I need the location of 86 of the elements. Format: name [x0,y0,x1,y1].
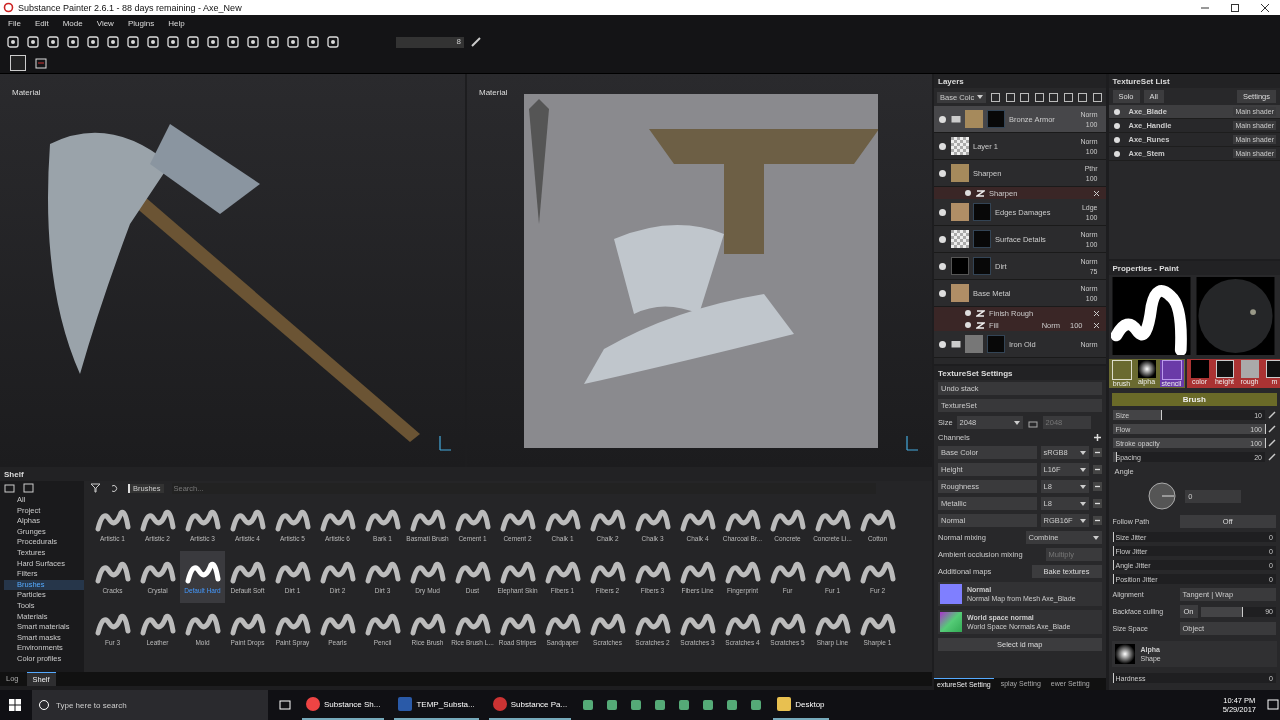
app-icon[interactable] [605,698,620,712]
app-logo-icon [3,2,14,13]
angle-dial[interactable] [1147,481,1178,511]
app-icon[interactable] [677,698,692,712]
visibility-icon[interactable] [938,234,947,244]
taskbar-app[interactable]: Substance Pa... [488,690,572,720]
layer-thumbnail [965,335,983,353]
caret-icon [977,95,984,99]
map-thumbnail [940,584,962,604]
remove-icon[interactable] [1092,448,1102,457]
close-icon[interactable] [1260,2,1270,13]
window-title: Substance Painter 2.6.1 - 88 days remaining - Axe_New [18,2,242,13]
caret-icon [1079,450,1086,455]
panel-title: TextureSet List [1112,76,1170,86]
remove-icon[interactable] [1092,465,1102,474]
visibility-icon[interactable] [938,207,947,217]
viewport-label: Material [479,88,508,97]
layer-thumbnail [951,230,969,248]
alpha-preview [1114,644,1135,664]
maximize-icon[interactable] [1230,2,1240,13]
visibility-icon[interactable] [938,339,947,349]
layer-tool-icon[interactable] [990,91,1001,103]
menu-item[interactable]: Edit [34,18,49,28]
layer-tool-icon[interactable] [1062,91,1074,103]
import-icon[interactable] [23,483,34,493]
app-icon[interactable] [581,698,596,712]
panel-title: Layers [938,76,964,86]
folder-icon[interactable] [4,483,15,493]
visibility-icon[interactable] [964,189,972,197]
menu-item[interactable]: File [8,18,21,28]
visibility-icon[interactable] [938,168,947,178]
menu-item[interactable]: Mode [62,18,83,28]
layer-tool-icon[interactable] [1019,91,1030,103]
layer-tool-icon[interactable] [1077,91,1088,103]
layer-tool-icon[interactable] [1048,91,1059,103]
axis-gizmo-icon [904,433,920,453]
axis-gizmo-icon [437,433,453,453]
layer-thumbnail [951,284,969,302]
menu-item[interactable]: Plugins [127,18,155,28]
layer-tool-icon[interactable] [1004,91,1016,103]
notification-icon[interactable] [1266,698,1280,712]
layer-thumbnail [951,137,969,155]
menu-item[interactable]: Help [168,18,185,28]
app-icon[interactable] [653,698,668,712]
layer-thumbnail [951,164,969,182]
visibility-icon[interactable] [938,261,947,271]
visibility-icon[interactable] [938,141,947,151]
section-header[interactable]: Brush [1111,393,1277,406]
visibility-icon[interactable] [938,114,947,124]
app-icon[interactable] [629,698,644,712]
windows-logo-icon[interactable] [8,698,22,712]
export-icon[interactable] [34,56,48,70]
menu-item[interactable]: View [96,18,114,28]
filter-icon[interactable] [90,483,101,493]
app-icon[interactable] [701,698,716,712]
layer-tool-icon[interactable] [1091,91,1103,103]
panel-title: Shelf [4,469,24,479]
caret-icon [1092,535,1099,540]
remove-icon[interactable] [1092,482,1102,491]
panel-title: Properties - Paint [1112,263,1179,273]
map-thumbnail [940,612,962,632]
layer-thumbnail [951,203,969,221]
layer-thumbnail [965,110,983,128]
caret-icon [1079,501,1086,506]
remove-icon[interactable] [1092,499,1102,508]
search-icon [38,699,50,711]
layer-tool-icon[interactable] [1033,91,1045,103]
taskbar-app[interactable]: Substance Sh... [302,690,385,720]
app-icon[interactable] [749,698,764,712]
desktop-toolbar[interactable]: Desktop [773,690,829,720]
caret-icon [1079,484,1086,489]
viewport-label: Material [12,88,41,97]
caret-icon [1079,518,1086,523]
task-view-icon[interactable] [278,699,292,711]
app-icon[interactable] [725,698,740,712]
taskbar-search-field[interactable]: Type here to search [32,690,268,720]
brush-size-field[interactable]: 8 [396,36,464,48]
layer-thumbnail [951,257,969,275]
caret-icon [1079,467,1086,472]
undo-icon[interactable] [109,483,120,493]
add-icon[interactable] [1092,433,1102,442]
remove-icon[interactable] [1092,516,1102,525]
panel-title: TextureSet Settings [938,368,1013,378]
visibility-icon[interactable] [938,288,947,298]
taskbar-app[interactable]: TEMP_Substa... [394,690,479,720]
caret-icon [1013,420,1020,425]
